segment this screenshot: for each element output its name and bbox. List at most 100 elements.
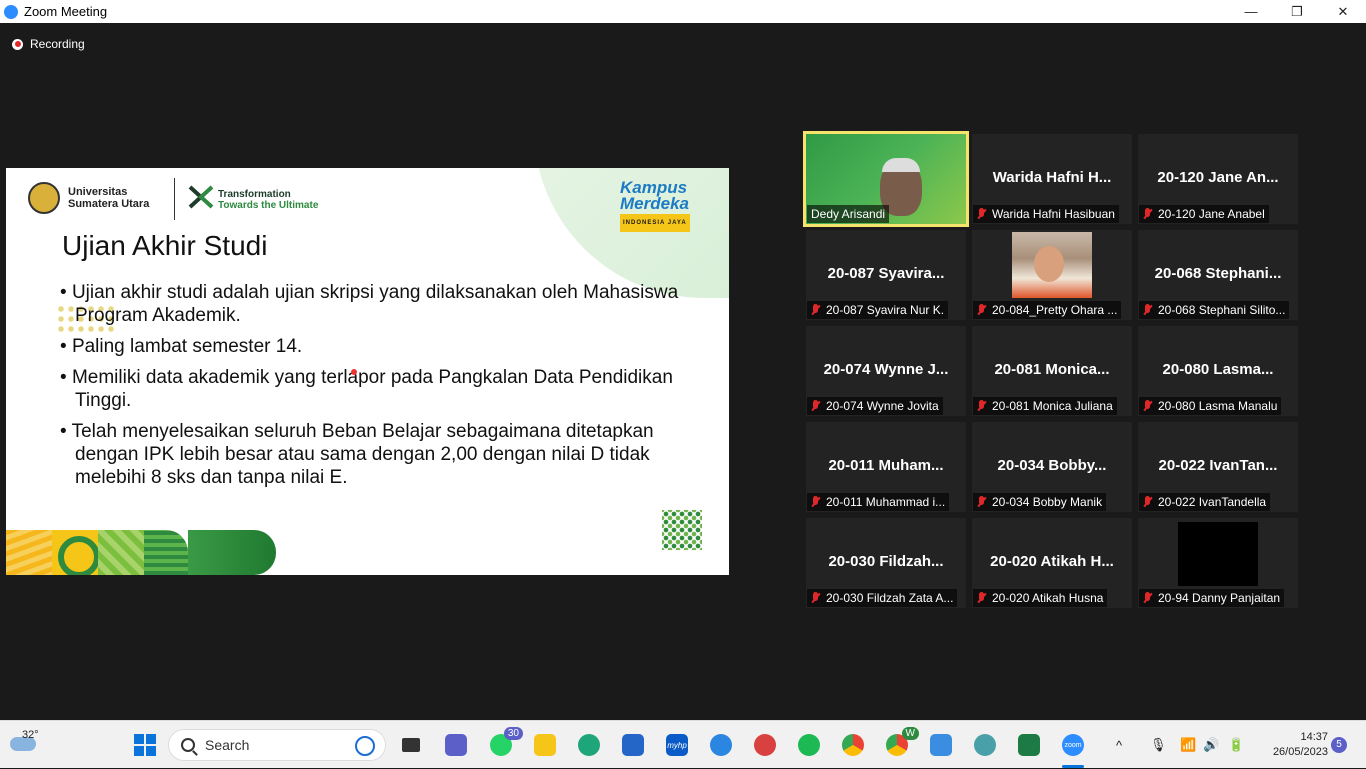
- video-tile[interactable]: 20-080 Lasma... 20-080 Lasma Manalu: [1138, 326, 1298, 416]
- mic-muted-icon: [977, 592, 986, 604]
- zoom-taskbar-icon[interactable]: zoom: [1059, 731, 1087, 759]
- mic-muted-icon: [811, 592, 820, 604]
- video-tile[interactable]: Warida Hafni H... Warida Hafni Hasibuan: [972, 134, 1132, 224]
- kampus-merdeka-logo: Kampus Merdeka INDONESIA JAYA: [620, 179, 690, 232]
- microphone-icon[interactable]: 🎙: [1150, 721, 1167, 769]
- participant-display-name: 20-030 Fildzah...: [828, 553, 944, 570]
- participant-name: Warida Hafni Hasibuan: [973, 205, 1119, 223]
- video-tile[interactable]: 20-94 Danny Panjaitan: [1138, 518, 1298, 608]
- weather-temperature[interactable]: 32°: [22, 729, 39, 741]
- participant-video: [1012, 232, 1092, 298]
- bing-icon[interactable]: [355, 736, 375, 756]
- teams-chat-icon[interactable]: [442, 731, 470, 759]
- excel-icon[interactable]: [1015, 731, 1043, 759]
- participant-display-name: 20-011 Muham...: [828, 457, 944, 474]
- video-tile[interactable]: 20-084_Pretty Ohara ...: [972, 230, 1132, 320]
- participant-name: 20-030 Fildzah Zata A...: [807, 589, 958, 607]
- recording-indicator[interactable]: Recording: [12, 37, 85, 51]
- maximize-button[interactable]: ❐: [1274, 0, 1320, 23]
- participant-display-name: 20-034 Bobby...: [997, 457, 1107, 474]
- recording-label: Recording: [30, 37, 85, 51]
- start-button[interactable]: [131, 731, 159, 759]
- battery-icon[interactable]: 🔋: [1228, 721, 1244, 769]
- video-tile[interactable]: 20-034 Bobby... 20-034 Bobby Manik: [972, 422, 1132, 512]
- notification-badge[interactable]: 5: [1331, 737, 1347, 753]
- video-tile[interactable]: 20-030 Fildzah... 20-030 Fildzah Zata A.…: [806, 518, 966, 608]
- usu-pattern-icon: [662, 510, 702, 550]
- participant-name: 20-081 Monica Juliana: [973, 397, 1117, 415]
- user-app-icon[interactable]: [971, 731, 999, 759]
- taskbar-clock[interactable]: 14:37 26/05/2023: [1258, 730, 1328, 760]
- bullet-item: Telah menyelesaikan seluruh Beban Belaja…: [60, 420, 680, 489]
- participant-display-name: 20-087 Syavira...: [827, 265, 945, 282]
- participant-display-name: 20-068 Stephani...: [1154, 265, 1282, 282]
- edge-icon[interactable]: [575, 731, 603, 759]
- windows-taskbar: 32° Search 30 myhp W zoom ^ 🎙 📶 🔊 🔋 14:3…: [0, 720, 1366, 768]
- meeting-stage: Recording Universitas Sumatera Utara Tra…: [0, 23, 1366, 720]
- mic-muted-icon: [977, 304, 986, 316]
- usu-name: Universitas Sumatera Utara: [68, 186, 150, 210]
- mic-muted-icon: [977, 400, 986, 412]
- participant-display-name: Warida Hafni H...: [992, 169, 1112, 186]
- participant-display-name: 20-081 Monica...: [994, 361, 1110, 378]
- mic-muted-icon: [811, 400, 820, 412]
- volume-icon[interactable]: 🔊: [1203, 721, 1219, 769]
- windows-icon: [134, 734, 156, 756]
- search-icon: [181, 738, 195, 752]
- close-button[interactable]: ✕: [1320, 0, 1366, 23]
- media-app-icon[interactable]: [751, 731, 779, 759]
- video-tile[interactable]: 20-020 Atikah H... 20-020 Atikah Husna: [972, 518, 1132, 608]
- video-tile[interactable]: 20-022 IvanTan... 20-022 IvanTandella: [1138, 422, 1298, 512]
- taskbar-search[interactable]: Search: [168, 729, 386, 761]
- window-title: Zoom Meeting: [24, 4, 108, 19]
- video-tile[interactable]: 20-011 Muham... 20-011 Muhammad i...: [806, 422, 966, 512]
- participant-name: Dedy Arisandi: [807, 205, 890, 223]
- task-view-button[interactable]: [397, 731, 425, 759]
- participant-name: 20-080 Lasma Manalu: [1139, 397, 1282, 415]
- photos-icon[interactable]: [927, 731, 955, 759]
- participant-name: 20-022 IvanTandella: [1139, 493, 1271, 511]
- participant-display-name: 20-074 Wynne J...: [823, 361, 949, 378]
- video-tile[interactable]: 20-087 Syavira... 20-087 Syavira Nur K.: [806, 230, 966, 320]
- video-tile[interactable]: 20-068 Stephani... 20-068 Stephani Silit…: [1138, 230, 1298, 320]
- video-tile[interactable]: 20-081 Monica... 20-081 Monica Juliana: [972, 326, 1132, 416]
- mic-muted-icon: [1143, 304, 1152, 316]
- laser-pointer: [351, 369, 357, 375]
- mic-muted-icon: [977, 208, 986, 220]
- search-placeholder: Search: [205, 737, 250, 753]
- participant-video: [1178, 522, 1258, 586]
- participant-name: 20-068 Stephani Silito...: [1139, 301, 1290, 319]
- video-tile[interactable]: 20-074 Wynne J... 20-074 Wynne Jovita: [806, 326, 966, 416]
- usu-logo: [28, 182, 60, 214]
- participant-name: 20-087 Syavira Nur K.: [807, 301, 949, 319]
- clock-time: 14:37: [1300, 731, 1328, 743]
- help-icon[interactable]: [707, 731, 735, 759]
- file-explorer-icon[interactable]: [531, 731, 559, 759]
- store-icon[interactable]: [619, 731, 647, 759]
- chrome-profile-icon[interactable]: W: [883, 727, 919, 759]
- wifi-icon[interactable]: 📶: [1180, 721, 1196, 769]
- chrome-icon[interactable]: [839, 731, 867, 759]
- title-bar: Zoom Meeting — ❐ ✕: [0, 0, 1366, 23]
- whatsapp-icon[interactable]: 30: [487, 727, 523, 759]
- video-tile[interactable]: 20-120 Jane An... 20-120 Jane Anabel: [1138, 134, 1298, 224]
- spotify-icon[interactable]: [795, 731, 823, 759]
- recording-icon: [12, 38, 23, 50]
- video-tile[interactable]: Dedy Arisandi: [803, 131, 969, 227]
- bullet-item: Ujian akhir studi adalah ujian skripsi y…: [60, 281, 680, 327]
- participant-name: 20-034 Bobby Manik: [973, 493, 1107, 511]
- show-hidden-icons[interactable]: ^: [1116, 721, 1122, 769]
- mic-muted-icon: [1143, 496, 1152, 508]
- participant-display-name: 20-022 IvanTan...: [1158, 457, 1278, 474]
- participant-name: 20-94 Danny Panjaitan: [1139, 589, 1285, 607]
- zoom-app-icon: [4, 4, 18, 19]
- participant-name: 20-084_Pretty Ohara ...: [973, 301, 1122, 319]
- mic-muted-icon: [811, 496, 820, 508]
- participant-name: 20-074 Wynne Jovita: [807, 397, 943, 415]
- minimize-button[interactable]: —: [1228, 0, 1274, 23]
- shared-screen-slide: Universitas Sumatera Utara Transformatio…: [6, 168, 729, 575]
- mic-muted-icon: [1143, 208, 1152, 220]
- transformation-logo: [188, 185, 214, 209]
- myhp-icon[interactable]: myhp: [663, 731, 691, 759]
- participant-name: 20-020 Atikah Husna: [973, 589, 1108, 607]
